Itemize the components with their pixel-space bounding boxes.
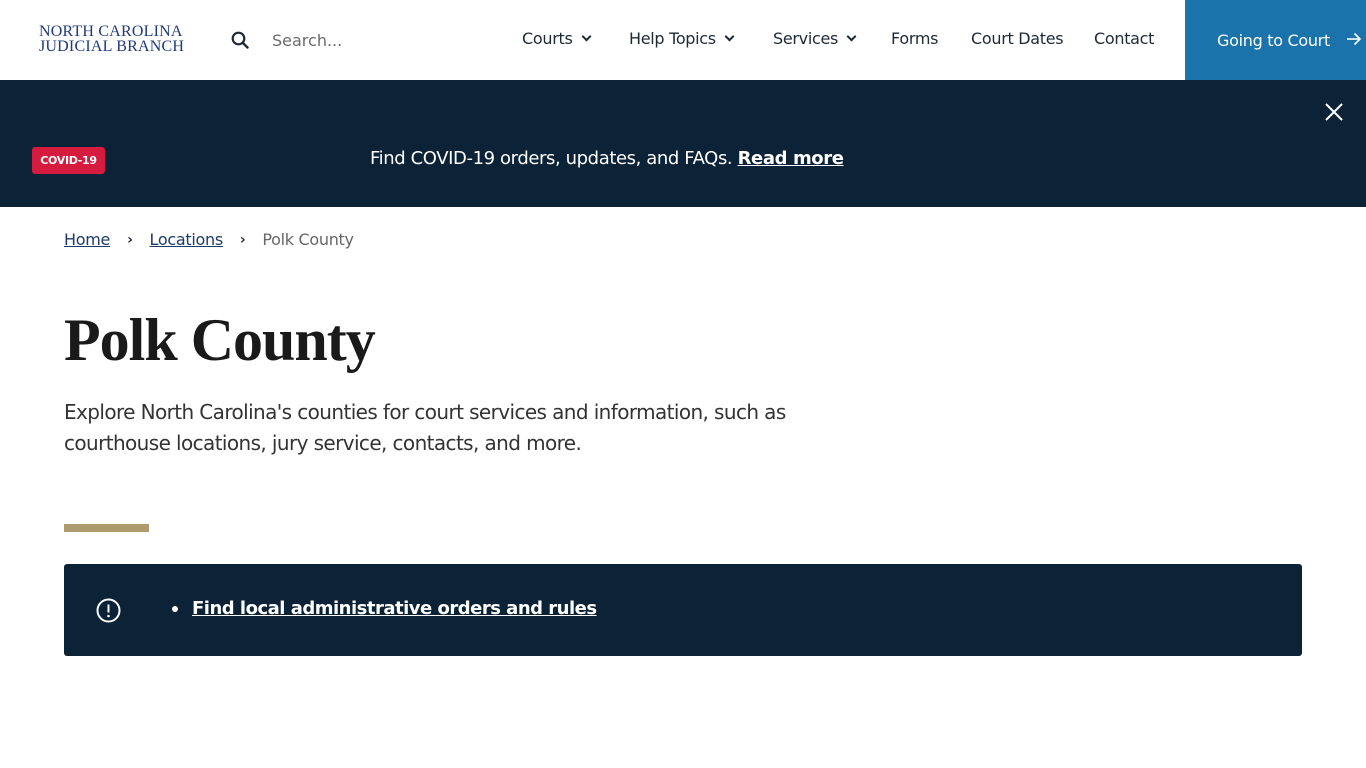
chevron-right-icon: ›	[127, 231, 133, 248]
chevron-down-icon	[581, 31, 591, 41]
bullet	[172, 605, 178, 612]
search-icon[interactable]	[231, 31, 249, 49]
site-logo[interactable]: NORTH CAROLINA JUDICIAL BRANCH	[39, 23, 185, 55]
nav-forms-label: Forms	[891, 29, 939, 48]
banner-text: Find COVID-19 orders, updates, and FAQs.	[370, 148, 733, 169]
logo-line-1: NORTH CAROLINA	[39, 23, 183, 40]
breadcrumb: Home › Locations › Polk County	[64, 230, 354, 249]
nav-court-dates[interactable]: Court Dates	[971, 29, 1064, 48]
chevron-right-icon: ›	[239, 231, 246, 248]
going-to-court-label: Going to Court	[1217, 30, 1330, 50]
page-title: Polk County	[64, 307, 376, 373]
chevron-down-icon	[846, 31, 857, 41]
nav-courts-label: Courts	[522, 29, 573, 48]
breadcrumb-home[interactable]: Home	[64, 230, 110, 249]
nav-contact-label: Contact	[1094, 29, 1155, 48]
alert-list-item: Find local administrative orders and rul…	[172, 598, 597, 619]
going-to-court-button[interactable]: Going to Court	[1185, 0, 1366, 80]
read-more-link[interactable]: Read more	[738, 148, 844, 169]
close-icon[interactable]	[1322, 100, 1346, 124]
administrative-orders-link[interactable]: Find local administrative orders and rul…	[192, 598, 597, 619]
breadcrumb-locations[interactable]: Locations	[150, 230, 224, 249]
nav-help-topics[interactable]: Help Topics	[629, 29, 735, 48]
exclamation-circle-icon	[96, 598, 121, 623]
nav-services[interactable]: Services	[773, 29, 857, 48]
nav-help-topics-label: Help Topics	[629, 29, 716, 48]
page-description: Explore North Carolina's counties for co…	[64, 400, 786, 455]
nav-forms[interactable]: Forms	[891, 29, 938, 48]
alert-box: Find local administrative orders and rul…	[64, 564, 1302, 656]
nav-courts[interactable]: Courts	[522, 29, 591, 48]
chevron-down-icon	[724, 31, 735, 41]
alert-links: Find local administrative orders and rul…	[172, 598, 597, 619]
search-input[interactable]	[262, 26, 482, 54]
accent-divider	[64, 524, 149, 532]
nav-court-dates-label: Court Dates	[971, 29, 1064, 48]
nav-services-label: Services	[773, 29, 839, 48]
breadcrumb-current: Polk County	[262, 230, 354, 249]
nav-contact[interactable]: Contact	[1094, 29, 1154, 48]
covid-banner	[0, 80, 1366, 207]
arrow-right-icon	[1346, 30, 1362, 51]
covid-badge: COVID-19	[32, 147, 105, 174]
banner-message: Find COVID-19 orders, updates, and FAQs.…	[370, 148, 844, 169]
logo-line-2: JUDICIAL BRANCH	[39, 38, 185, 55]
site-header: NORTH CAROLINA JUDICIAL BRANCH Courts He…	[0, 0, 1366, 80]
